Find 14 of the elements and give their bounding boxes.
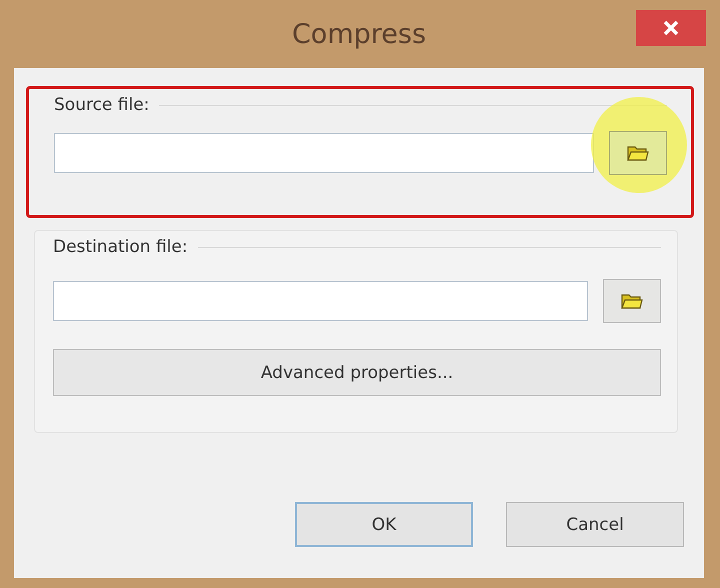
advanced-properties-button[interactable]: Advanced properties... — [53, 349, 661, 396]
close-button[interactable] — [636, 10, 706, 46]
browse-button[interactable] — [609, 131, 667, 175]
window-title: Compress — [292, 18, 426, 50]
field-label: Source file: — [54, 95, 150, 115]
input-field[interactable] — [53, 281, 588, 321]
cancel-button[interactable]: Cancel — [506, 502, 684, 547]
browse-button[interactable] — [603, 279, 661, 323]
ok-button[interactable]: OK — [295, 502, 473, 547]
folder-icon — [621, 292, 643, 310]
close-icon — [662, 19, 680, 37]
field-label: Destination file: — [53, 237, 188, 257]
input-field[interactable] — [54, 133, 594, 173]
folder-icon — [627, 144, 649, 162]
